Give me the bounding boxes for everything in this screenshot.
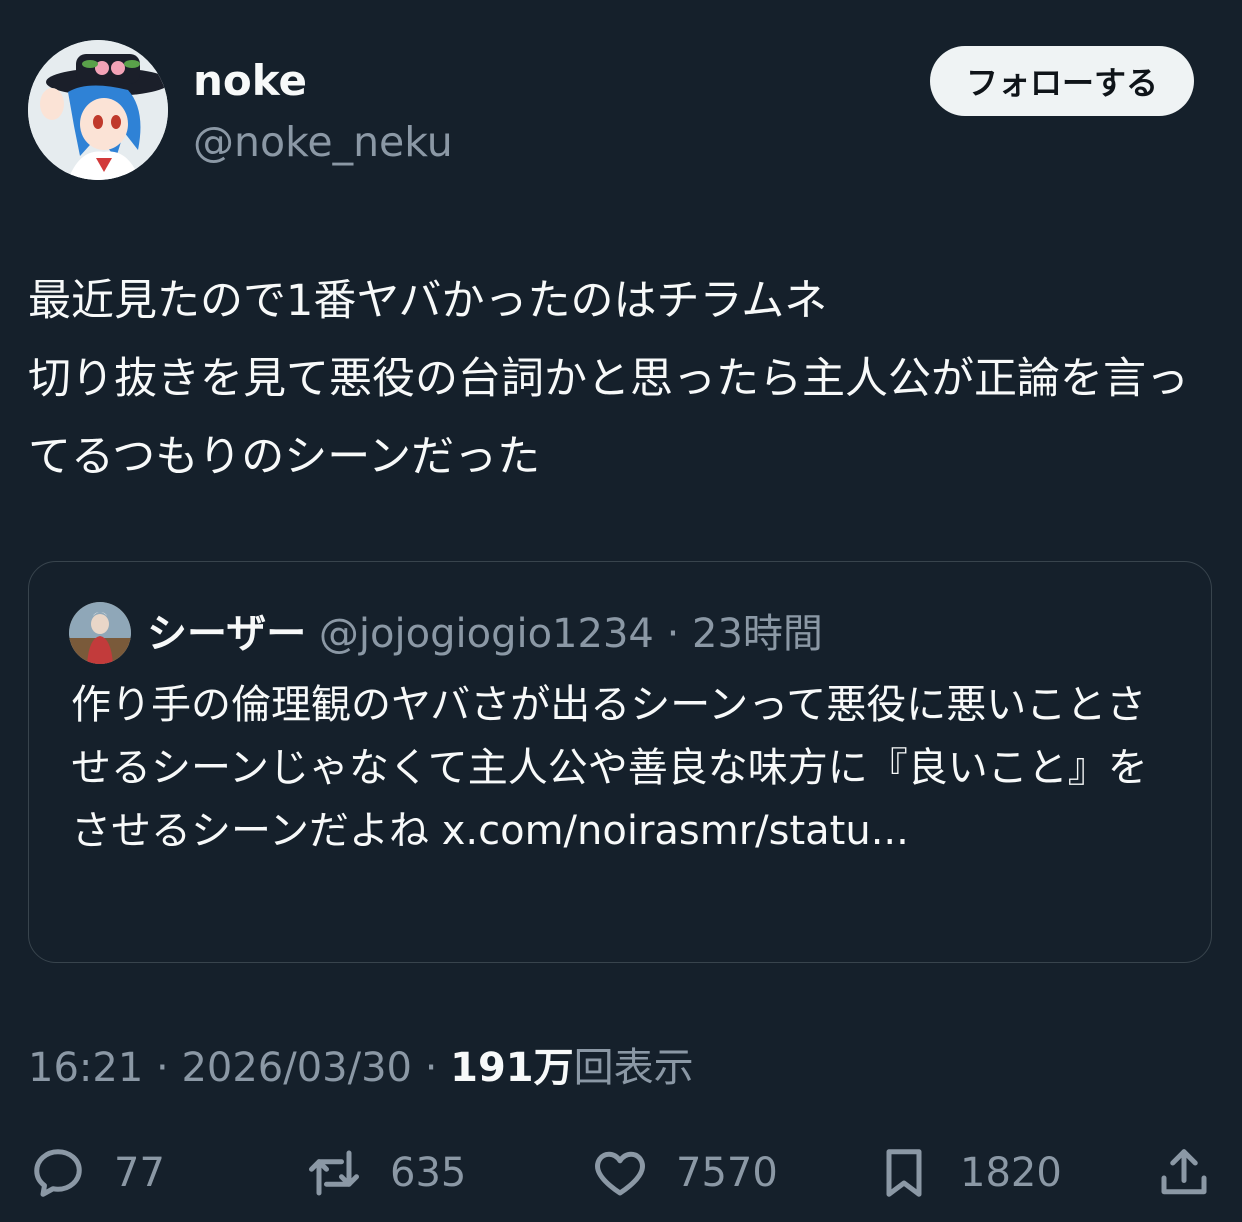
share-icon [1161,1149,1207,1195]
author-name[interactable]: noke [193,60,307,102]
quoted-author-handle[interactable]: @jojogiogio1234 [319,611,654,657]
heart-icon [595,1151,645,1196]
quoted-meta: シーザー @jojogiogio1234 · 23時間 [147,606,823,662]
views-label: 回表示 [573,1045,694,1091]
bookmark-count: 1820 [960,1150,1062,1196]
bookmark-icon [886,1149,922,1197]
quoted-time[interactable]: 23時間 [692,611,823,657]
retweet-button[interactable]: 635 [304,1138,466,1208]
retweet-count: 635 [390,1150,467,1196]
retweet-icon [309,1150,359,1196]
tweet-header: noke @noke_neku フォローする [28,40,1194,180]
author-handle[interactable]: @noke_neku [193,122,453,163]
tweet-text: 最近見たので1番ヤバかったのはチラムネ 切り抜きを見て悪役の台詞かと思ったら主人… [28,276,1189,482]
quoted-separator: · [666,611,680,657]
meta-separator-2: · [424,1045,438,1091]
meta-separator: · [156,1045,169,1091]
tweet-time[interactable]: 16:21 [28,1045,143,1091]
quoted-avatar[interactable] [69,602,131,664]
quoted-tweet[interactable]: シーザー @jojogiogio1234 · 23時間 作り手の倫理観のヤバさが… [28,561,1212,963]
action-bar: 77 635 7570 1820 [28,1138,1214,1208]
share-button[interactable] [1154,1138,1214,1208]
tweet-meta: 16:21 · 2026/03/30 · 191万回表示 [28,1040,694,1096]
quoted-text: 作り手の倫理観のヤバさが出るシーンって悪役に悪いことさせるシーンじゃなくて主人公… [71,682,1148,854]
reply-icon [34,1149,82,1197]
like-button[interactable]: 7570 [590,1138,778,1208]
reply-button[interactable]: 77 [28,1138,165,1208]
like-count: 7570 [676,1150,778,1196]
follow-button[interactable]: フォローする [929,46,1194,116]
views-count[interactable]: 191万 [450,1045,574,1091]
quoted-avatar-image [69,602,131,664]
reply-count: 77 [114,1150,165,1196]
bookmark-button[interactable]: 1820 [874,1138,1062,1208]
quoted-author-name[interactable]: シーザー [147,611,306,657]
avatar[interactable] [28,40,168,180]
tweet-date[interactable]: 2026/03/30 [181,1045,412,1091]
avatar-image [28,40,168,180]
